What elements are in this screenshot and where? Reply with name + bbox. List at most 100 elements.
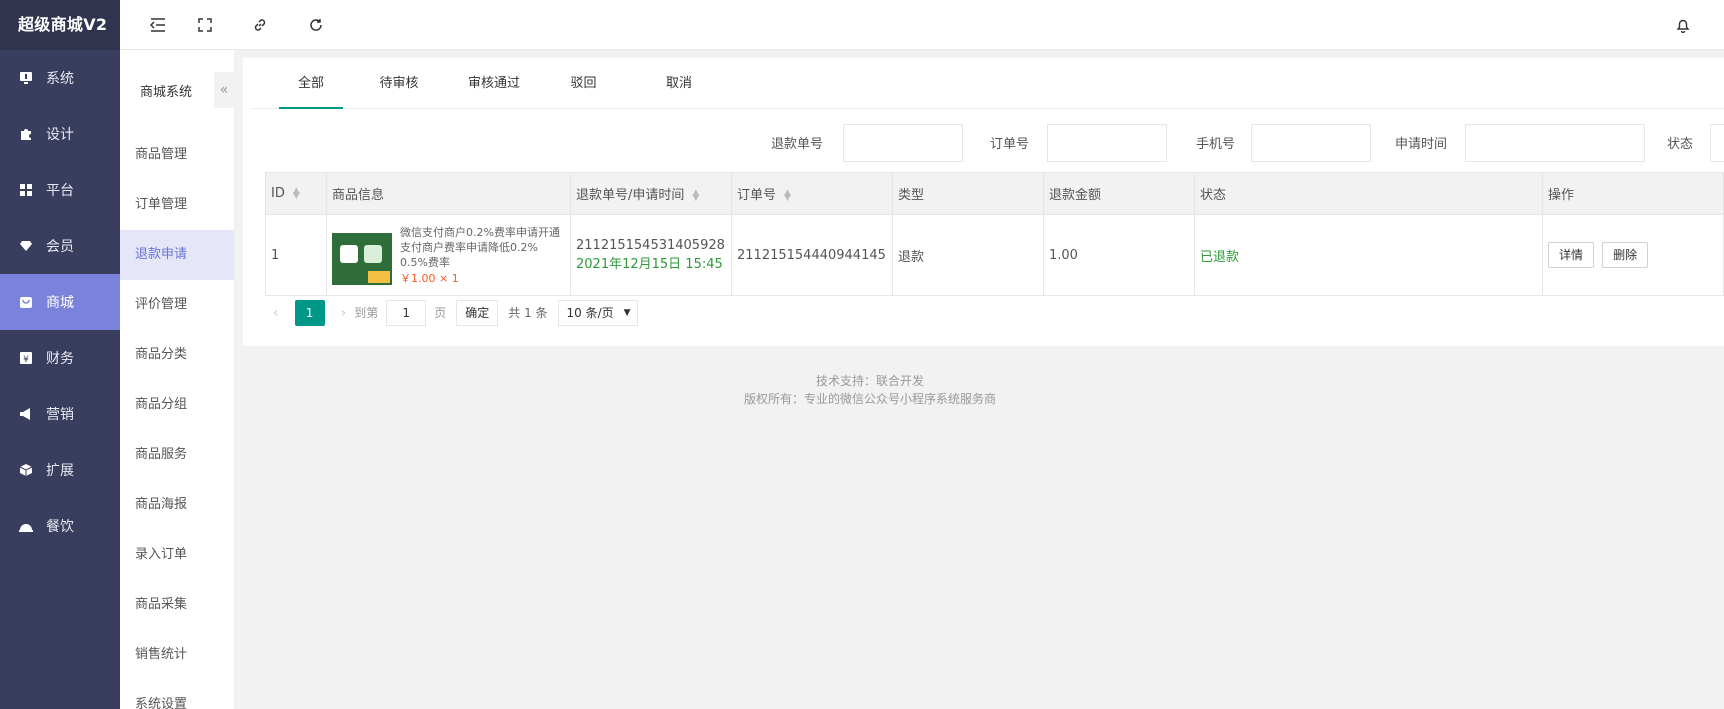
status-filter-label: 状态: [1667, 137, 1694, 152]
sidebar-item-label: 平台: [46, 183, 74, 199]
goods-name: 微信支付商户0.2%费率申请开通支付商户费率申请降低0.2% 0.5%费率: [400, 225, 560, 269]
monitor-icon: [18, 70, 34, 86]
detail-button[interactable]: 详情: [1548, 242, 1595, 268]
prev-page-icon[interactable]: ‹: [265, 305, 287, 321]
subnav-item-settings[interactable]: 系统设置: [120, 680, 234, 709]
goods-thumbnail: [332, 224, 392, 285]
app-logo: 超级商城V2: [0, 0, 120, 50]
sidebar-item-label: 系统: [46, 71, 74, 87]
subnav-item-orders[interactable]: 订单管理: [120, 180, 234, 230]
wallet-icon: ¥: [18, 350, 34, 366]
sidebar-item-catering[interactable]: 餐饮: [0, 498, 120, 554]
next-page-icon[interactable]: ›: [333, 305, 355, 321]
tab-all[interactable]: 全部: [279, 58, 343, 109]
sub-sidebar: 商城系统 « 商品管理 订单管理 退款申请 评价管理 商品分类 商品分组 商品服…: [120, 50, 235, 709]
column-header-order-no[interactable]: 订单号 ▲ ▼: [731, 172, 893, 215]
page-footer: 技术支持：联合开发 版权所有：专业的微信公众号小程序系统服务商: [243, 372, 1497, 408]
goods-price: ￥1.00 × 1: [400, 271, 459, 285]
megaphone-icon: [18, 406, 34, 422]
collapse-icon[interactable]: «: [214, 72, 234, 108]
sidebar-item-label: 营销: [46, 407, 74, 423]
page-number-current[interactable]: 1: [294, 299, 325, 326]
cell-amount: 1.00: [1043, 214, 1195, 296]
dish-cover-icon: [18, 518, 34, 534]
subnav-item-groups[interactable]: 商品分组: [120, 380, 234, 430]
sidebar-item-finance[interactable]: ¥ 财务: [0, 330, 120, 386]
subnav-item-categories[interactable]: 商品分类: [120, 330, 234, 380]
page-size-select[interactable]: 10 条/页 ▼: [557, 299, 638, 326]
bell-icon[interactable]: [1673, 15, 1693, 35]
refund-table: ID ▲ ▼ 商品信息 退款单号/申请时间 ▲ ▼ 订单号 ▲ ▼ 类型 退款金额 状态 操…: [265, 172, 1724, 296]
sidebar-item-label: 商城: [46, 295, 74, 311]
refresh-icon[interactable]: [306, 15, 326, 35]
content-card: 全部 待审核 审核通过 驳回 取消 退款单号 订单号 手机号 申请时间 状态 I…: [243, 58, 1724, 346]
column-header-type: 类型: [892, 172, 1044, 215]
subnav-item-refunds[interactable]: 退款申请: [120, 230, 234, 280]
sidebar-item-label: 设计: [46, 127, 74, 143]
pagination: ‹ 1 › 到第 1 页 确定 共 1 条 10 条/页 ▼: [265, 295, 638, 330]
sidebar-item-marketing[interactable]: 营销: [0, 386, 120, 442]
goto-page-input[interactable]: 1: [386, 299, 427, 326]
svg-text:¥: ¥: [23, 355, 29, 365]
refund-no-input[interactable]: [843, 124, 963, 162]
top-bar: [120, 0, 1724, 50]
status-tabs: 全部 待审核 审核通过 驳回 取消: [251, 58, 1724, 109]
sort-icon[interactable]: ▲ ▼: [692, 188, 699, 202]
subnav-item-goods[interactable]: 商品管理: [120, 130, 234, 180]
total-count: 共 1 条: [508, 306, 548, 320]
table-header-row: ID ▲ ▼ 商品信息 退款单号/申请时间 ▲ ▼ 订单号 ▲ ▼ 类型 退款金额 状态 操…: [265, 172, 1724, 215]
apply-time-input[interactable]: [1465, 124, 1645, 162]
sidebar-item-label: 扩展: [46, 463, 74, 479]
subnav-item-stats[interactable]: 销售统计: [120, 630, 234, 680]
goto-label: 到第: [354, 306, 379, 320]
link-icon[interactable]: [250, 15, 270, 35]
chevron-down-icon: ▼: [623, 307, 631, 318]
sidebar-item-platform[interactable]: 平台: [0, 162, 120, 218]
delete-button[interactable]: 删除: [1602, 242, 1649, 268]
sidebar-item-member[interactable]: 会员: [0, 218, 120, 274]
subnav-item-posters[interactable]: 商品海报: [120, 480, 234, 530]
column-header-goods: 商品信息: [326, 172, 571, 215]
column-header-actions: 操作: [1542, 172, 1724, 215]
fullscreen-icon[interactable]: [195, 15, 215, 35]
status-select[interactable]: [1710, 124, 1724, 162]
subnav-item-collect[interactable]: 商品采集: [120, 580, 234, 630]
column-header-refund-no[interactable]: 退款单号/申请时间 ▲ ▼: [570, 172, 732, 215]
sidebar-item-mall[interactable]: 商城: [0, 274, 120, 330]
sidebar-item-label: 餐饮: [46, 519, 74, 535]
subnav-item-enter-order[interactable]: 录入订单: [120, 530, 234, 580]
tab-rejected[interactable]: 驳回: [556, 58, 611, 109]
sort-icon[interactable]: ▲ ▼: [293, 186, 300, 200]
column-header-id[interactable]: ID ▲ ▼: [265, 172, 327, 215]
column-header-status: 状态: [1194, 172, 1543, 215]
phone-label: 手机号: [1196, 137, 1236, 152]
sidebar-item-system[interactable]: 系统: [0, 50, 120, 106]
tab-approved[interactable]: 审核通过: [454, 58, 534, 109]
tab-pending[interactable]: 待审核: [364, 58, 434, 109]
order-no-input[interactable]: [1047, 124, 1167, 162]
cell-order-no: 211215154440944145: [731, 214, 893, 296]
cell-goods: 微信支付商户0.2%费率申请开通支付商户费率申请降低0.2% 0.5%费率 ￥1…: [326, 214, 571, 296]
table-row: 1 微信支付商户0.2%费率申请开通支付商户费率申请降低0.2% 0.5%费率 …: [265, 214, 1724, 296]
sort-icon[interactable]: ▲ ▼: [784, 188, 791, 202]
shop-bag-icon: [18, 294, 34, 310]
footer-copyright: 版权所有：专业的微信公众号小程序系统服务商: [743, 392, 996, 406]
sidebar-item-extend[interactable]: 扩展: [0, 442, 120, 498]
goto-confirm-button[interactable]: 确定: [456, 299, 499, 326]
sidebar-item-label: 会员: [46, 239, 74, 255]
sidebar-item-design[interactable]: 设计: [0, 106, 120, 162]
apply-time-label: 申请时间: [1395, 137, 1448, 152]
cell-actions: 详情 删除: [1542, 214, 1724, 296]
cell-refund-no: 211215154531405928 2021年12月15日 15:45: [570, 214, 732, 296]
order-no-label: 订单号: [990, 137, 1030, 152]
page-unit-label: 页: [434, 306, 447, 320]
main-sidebar: 超级商城V2 系统 设计 平台 会员 商城 ¥ 财务 营销 扩展 餐饮: [0, 0, 120, 709]
sub-sidebar-title: 商城系统: [140, 84, 193, 100]
menu-fold-icon[interactable]: [148, 15, 168, 35]
subnav-item-services[interactable]: 商品服务: [120, 430, 234, 480]
refund-no: 211215154531405928: [576, 238, 725, 253]
puzzle-icon: [18, 126, 34, 142]
subnav-item-reviews[interactable]: 评价管理: [120, 280, 234, 330]
phone-input[interactable]: [1251, 124, 1371, 162]
tab-cancelled[interactable]: 取消: [649, 58, 709, 109]
